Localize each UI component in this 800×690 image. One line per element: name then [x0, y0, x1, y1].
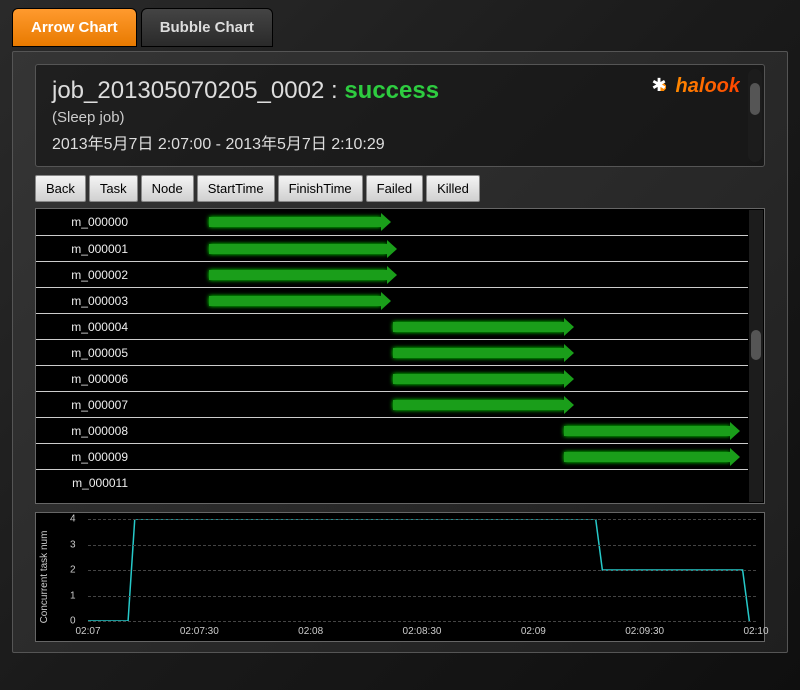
job-title: job_201305070205_0002 : success [52, 77, 748, 105]
job-header-panel: halook job_201305070205_0002 : success (… [35, 64, 765, 167]
task-arrow[interactable] [564, 426, 729, 436]
x-tick: 02:08 [298, 626, 323, 637]
back-button[interactable]: Back [35, 175, 86, 202]
arrow-row[interactable]: m_000011 [36, 469, 748, 495]
logo-icon [652, 77, 672, 97]
row-label: m_000004 [36, 320, 136, 334]
arrow-row[interactable]: m_000005 [36, 339, 748, 365]
toolbar: Back Task Node StartTime FinishTime Fail… [35, 175, 765, 202]
task-arrow[interactable] [209, 244, 386, 254]
y-tick: 3 [70, 539, 76, 550]
x-tick: 02:09:30 [625, 626, 664, 637]
task-arrow[interactable] [564, 452, 729, 462]
arrow-chart-panel: m_000000 m_000001 m_000002 m_000003 m_000004… [35, 208, 765, 504]
halook-logo: halook [652, 75, 740, 98]
y-tick: 4 [70, 514, 76, 525]
arrow-row[interactable]: m_000001 [36, 235, 748, 261]
x-tick: 02:09 [521, 626, 546, 637]
task-arrow[interactable] [209, 296, 380, 306]
row-label: m_000011 [36, 476, 136, 490]
y-tick: 1 [70, 590, 76, 601]
task-arrow[interactable] [209, 217, 380, 227]
row-label: m_000007 [36, 398, 136, 412]
task-arrow[interactable] [393, 348, 564, 358]
row-label: m_000006 [36, 372, 136, 386]
job-status: success [344, 77, 439, 104]
row-label: m_000009 [36, 450, 136, 464]
row-label: m_000003 [36, 294, 136, 308]
concurrent-chart-panel: Concurrent task num 0 1 2 3 4 02:07 02:07:30 02… [35, 512, 765, 642]
chart-ylabel: Concurrent task num [39, 531, 50, 624]
x-tick: 02:07:30 [180, 626, 219, 637]
task-button[interactable]: Task [89, 175, 138, 202]
arrow-row[interactable]: m_000002 [36, 261, 748, 287]
job-separator: : [331, 77, 338, 104]
y-tick: 2 [70, 565, 76, 576]
job-id: job_201305070205_0002 [52, 77, 324, 104]
arrow-row[interactable]: m_000000 [36, 209, 748, 235]
y-tick: 0 [70, 616, 76, 627]
failed-button[interactable]: Failed [366, 175, 423, 202]
header-scrollbar[interactable] [748, 69, 762, 162]
arrow-row[interactable]: m_000006 [36, 365, 748, 391]
arrow-scrollbar[interactable] [749, 210, 763, 502]
job-subtitle: (Sleep job) [52, 109, 748, 126]
tab-arrow-chart[interactable]: Arrow Chart [12, 8, 137, 47]
row-label: m_000008 [36, 424, 136, 438]
task-arrow[interactable] [209, 270, 386, 280]
main-content: halook job_201305070205_0002 : success (… [12, 51, 788, 653]
finishtime-button[interactable]: FinishTime [278, 175, 363, 202]
arrow-row[interactable]: m_000008 [36, 417, 748, 443]
row-label: m_000002 [36, 268, 136, 282]
arrow-row[interactable]: m_000003 [36, 287, 748, 313]
task-arrow[interactable] [393, 400, 564, 410]
x-tick: 02:07 [75, 626, 100, 637]
tab-bar: Arrow Chart Bubble Chart [0, 0, 800, 47]
x-tick: 02:08:30 [403, 626, 442, 637]
row-label: m_000000 [36, 215, 136, 229]
row-label: m_000001 [36, 242, 136, 256]
starttime-button[interactable]: StartTime [197, 175, 275, 202]
job-time-range: 2013年5月7日 2:07:00 - 2013年5月7日 2:10:29 [52, 130, 748, 154]
arrow-row[interactable]: m_000004 [36, 313, 748, 339]
task-arrow[interactable] [393, 322, 564, 332]
arrow-row[interactable]: m_000009 [36, 443, 748, 469]
tab-bubble-chart[interactable]: Bubble Chart [141, 8, 273, 47]
row-label: m_000005 [36, 346, 136, 360]
logo-text: halook [676, 75, 740, 98]
x-tick: 02:10 [743, 626, 768, 637]
killed-button[interactable]: Killed [426, 175, 480, 202]
task-arrow[interactable] [393, 374, 564, 384]
arrow-row[interactable]: m_000007 [36, 391, 748, 417]
node-button[interactable]: Node [141, 175, 194, 202]
